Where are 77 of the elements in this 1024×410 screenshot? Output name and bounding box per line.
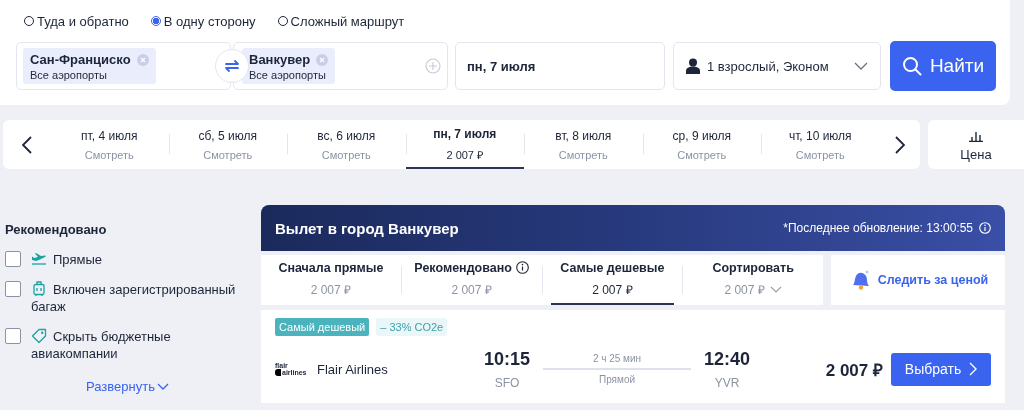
sort-tab[interactable]: Сначала прямые 2 007 ₽ [269,255,393,305]
sort-tab[interactable]: Самые дешевые 2 007 ₽ [550,255,675,305]
date-tab[interactable]: пн, 7 июля 2 007 ₽ [405,120,524,169]
airports-label: Все аэропорты [30,69,108,81]
emission-tag: – 33% CO2e [376,318,448,336]
date-label: чт, 10 июля [788,128,852,143]
chevron-down-icon [854,62,868,70]
date-price: Смотреть [203,148,253,161]
sort-tab[interactable]: Сортировать 2 007 ₽ [691,255,815,305]
city-name: Ванкувер [249,52,311,67]
chevron-down-icon [769,285,782,293]
chevron-right-icon [894,135,905,154]
date-tab[interactable]: вт, 8 июля Смотреть [524,120,643,169]
clear-icon[interactable] [136,53,149,66]
info-icon [515,261,529,274]
chevron-down-icon [156,382,169,391]
date-price: 2 007 ₽ [446,148,484,162]
filter-heading: Рекомендовано [5,222,108,237]
date-tab[interactable]: вс, 6 июля Смотреть [287,120,406,169]
date-price: Смотреть [795,148,845,161]
filter-label[interactable]: Включен зарегистрированный багаж [31,281,241,315]
add-icon[interactable] [425,58,441,74]
airports-label: Все аэропорты [249,69,327,81]
date-label: вт, 8 июля [555,128,612,143]
filter-checkbox[interactable] [5,328,21,344]
date-tab[interactable]: чт, 10 июля Смотреть [761,120,880,169]
search-button[interactable]: Найти [890,41,996,91]
arrival-time: 12:40 [703,348,750,370]
date-price: Смотреть [84,148,134,161]
swap-icon [223,58,241,74]
destination-field[interactable]: Ванкувер Все аэропорты [233,42,448,90]
chevron-right-icon [969,362,978,376]
last-update-text: *Последнее обновление: 13:00:55 [783,221,973,235]
airport-code: YVR [714,375,740,390]
date-tab[interactable]: пт, 4 июля Смотреть [50,120,169,169]
date-label: сб, 5 июля [198,128,257,143]
plane-takeoff-icon [31,251,47,267]
expand-link[interactable]: Развернуть [86,379,169,394]
sort-tab[interactable]: Рекомендовано 2 007 ₽ [409,255,534,305]
info-icon[interactable] [979,222,991,234]
city-name: Сан-Франциско [30,52,131,67]
passengers-field[interactable]: 1 взрослый, Эконом [673,42,881,90]
flight-duration: 2 ч 25 мин [592,353,642,364]
airport-code: SFO [494,375,520,390]
filter-label[interactable]: Скрыть бюджетные авиакомпании [31,328,241,362]
date-price: Смотреть [558,148,608,161]
filter-checkbox[interactable] [5,251,21,267]
date-price: Смотреть [321,148,371,161]
trip-type-radio[interactable]: Туда и обратно [24,13,129,29]
date-price: Смотреть [677,148,727,161]
date-tab[interactable]: ср, 9 июля Смотреть [642,120,761,169]
chevron-left-icon [21,135,32,154]
price-view-button[interactable]: Цена [928,120,1024,169]
filter-label[interactable]: Прямые [31,251,241,268]
track-price-button[interactable]: Следить за ценой [831,255,1005,305]
flight-price: 2 007 ₽ [825,359,883,381]
airline-name: Flair Airlines [317,361,389,377]
select-button[interactable]: Выбрать [891,352,991,386]
person-icon [686,58,700,74]
filter-checkbox[interactable] [5,281,21,297]
clear-icon[interactable] [316,53,329,66]
trip-type-radio[interactable]: Сложный маршрут [277,13,405,29]
trip-type-radio[interactable]: В одну сторону [150,13,256,29]
tag-icon [31,328,47,344]
cheapest-tag: Самый дешевый [275,318,370,336]
date-label: пт, 4 июля [81,128,138,143]
date-field[interactable]: пн, 7 июля [455,42,665,90]
departure-time: 10:15 [483,348,530,370]
origin-field[interactable]: Сан-Франциско Все аэропорты [16,42,231,90]
date-tab[interactable]: сб, 5 июля Смотреть [168,120,287,169]
suitcase-icon [31,281,47,297]
date-label: пн, 7 июля [433,127,497,141]
search-icon [901,56,922,76]
results-title: Вылет в город Ванкувер [275,219,459,237]
stops-label: Прямой [598,374,636,385]
date-label: вс, 6 июля [317,128,376,143]
date-label: ср, 9 июля [672,128,731,143]
